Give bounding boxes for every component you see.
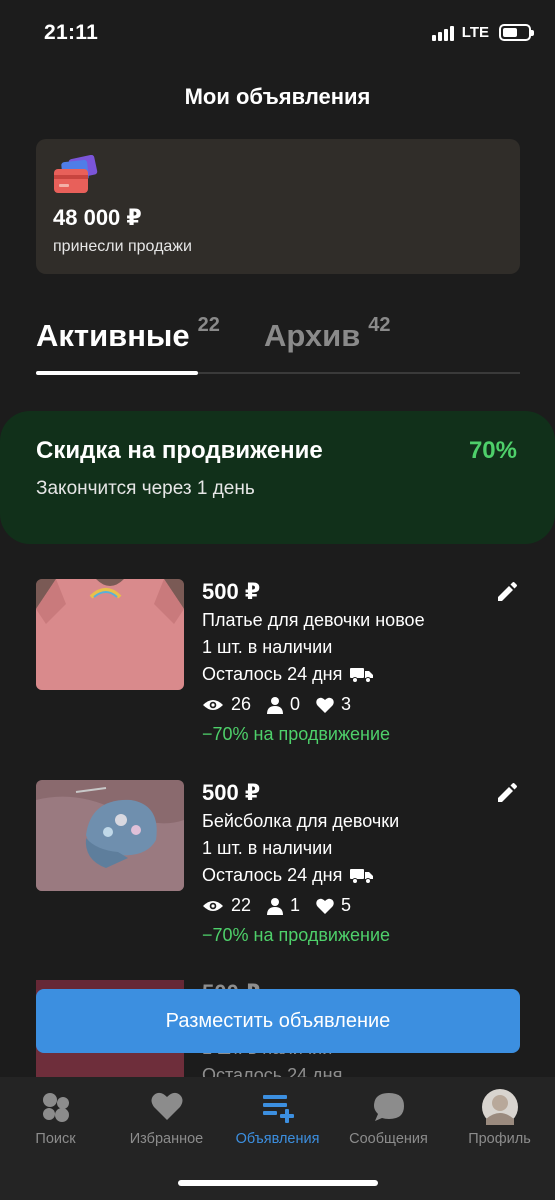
listing-stats: 22 1 5 <box>202 895 367 916</box>
wallet-icon <box>54 155 98 193</box>
eye-icon <box>203 699 223 710</box>
edit-pencil-icon[interactable] <box>496 581 518 603</box>
listing-stock: 1 шт. в наличии <box>202 637 333 657</box>
favorites-count: 5 <box>341 895 352 915</box>
heart-icon <box>151 1092 182 1120</box>
status-indicators: LTE <box>431 24 534 41</box>
contacts-stat: 1 <box>267 895 300 916</box>
contacts-count: 1 <box>290 895 301 915</box>
listing-stock: 1 шт. в наличии <box>202 838 333 858</box>
post-listing-button[interactable]: Разместить объявление <box>36 989 520 1053</box>
status-bar: 21:11 LTE <box>0 0 555 70</box>
tabbar-messages-label: Сообщения <box>349 1131 428 1147</box>
listing-price: 500 ₽ <box>202 780 261 805</box>
views-count: 22 <box>231 895 252 915</box>
sales-amount: 48 000 ₽ <box>53 205 142 230</box>
favorites-stat: 5 <box>316 895 351 916</box>
promo-percent: 70% <box>468 437 517 464</box>
heart-icon <box>316 898 334 914</box>
listing-title: Бейсболка для девочки <box>202 811 400 831</box>
tab-active-count: 22 <box>197 314 220 336</box>
status-time: 21:11 <box>44 21 99 44</box>
tabbar-favorites-label: Избранное <box>129 1131 204 1147</box>
heart-icon <box>316 697 334 713</box>
views-stat: 26 <box>202 694 251 715</box>
listing-promo: −70% на продвижение <box>202 724 391 744</box>
home-indicator[interactable] <box>178 1180 378 1186</box>
listing-tabs: Активные 22 Архив 42 <box>36 314 520 376</box>
tab-archive-label: Архив <box>264 318 361 353</box>
tabbar-profile[interactable]: Профиль <box>444 1077 555 1167</box>
tabbar-favorites[interactable]: Избранное <box>111 1077 222 1167</box>
tabbar-listings-label: Объявления <box>235 1131 320 1147</box>
views-count: 26 <box>231 694 252 714</box>
person-icon <box>267 897 284 915</box>
listing-stats: 26 0 3 <box>202 694 367 715</box>
listings-add-icon <box>262 1095 294 1123</box>
signal-icon <box>431 25 454 41</box>
tab-active[interactable]: Активные 22 <box>36 314 220 354</box>
listing-promo: −70% на продвижение <box>202 925 391 945</box>
promo-subtitle: Закончится через 1 день <box>36 478 255 499</box>
person-icon <box>267 696 284 714</box>
contacts-stat: 0 <box>267 694 300 715</box>
tab-active-indicator <box>36 371 198 375</box>
listing-remaining-text: Осталось 24 дня <box>202 865 343 885</box>
listing-photo <box>36 780 184 891</box>
sales-caption: принесли продажи <box>53 238 192 255</box>
listing-item[interactable]: 500 ₽ Платье для девочки новое 1 шт. в н… <box>36 579 520 759</box>
tab-archive-count: 42 <box>368 314 391 336</box>
tabbar-search[interactable]: Поиск <box>0 1077 111 1167</box>
tab-active-label: Активные <box>36 318 190 353</box>
listing-title: Платье для девочки новое <box>202 610 425 630</box>
truck-icon <box>350 667 374 683</box>
listing-remaining: Осталось 24 дня <box>202 664 374 685</box>
favorites-count: 3 <box>341 694 352 714</box>
tabbar-profile-label: Профиль <box>468 1131 531 1147</box>
contacts-count: 0 <box>290 694 301 714</box>
battery-icon <box>499 24 534 41</box>
eye-icon <box>203 900 223 911</box>
tabbar-listings[interactable]: Объявления <box>222 1077 333 1167</box>
listing-item[interactable]: 500 ₽ Бейсболка для девочки 1 шт. в нали… <box>36 780 520 960</box>
tabbar-messages[interactable]: Сообщения <box>333 1077 444 1167</box>
promo-title: Скидка на продвижение <box>36 437 323 464</box>
page-title: Мои объявления <box>184 84 371 109</box>
views-stat: 22 <box>202 895 251 916</box>
truck-icon <box>350 868 374 884</box>
chat-icon <box>373 1093 404 1121</box>
favorites-stat: 3 <box>316 694 351 715</box>
sales-summary-card[interactable]: 48 000 ₽ принесли продажи <box>36 139 520 274</box>
listing-remaining: Осталось 24 дня <box>202 865 374 886</box>
tabbar-search-label: Поиск <box>35 1131 76 1147</box>
promo-banner[interactable]: Скидка на продвижение Закончится через 1… <box>0 411 555 544</box>
network-type: LTE <box>461 24 489 41</box>
search-bubbles-icon <box>42 1093 69 1122</box>
tab-archive[interactable]: Архив 42 <box>264 314 391 354</box>
listing-price: 500 ₽ <box>202 579 261 604</box>
edit-pencil-icon[interactable] <box>496 782 518 804</box>
avatar <box>481 1089 518 1125</box>
listing-remaining-text: Осталось 24 дня <box>202 664 343 684</box>
listing-photo <box>36 579 184 690</box>
